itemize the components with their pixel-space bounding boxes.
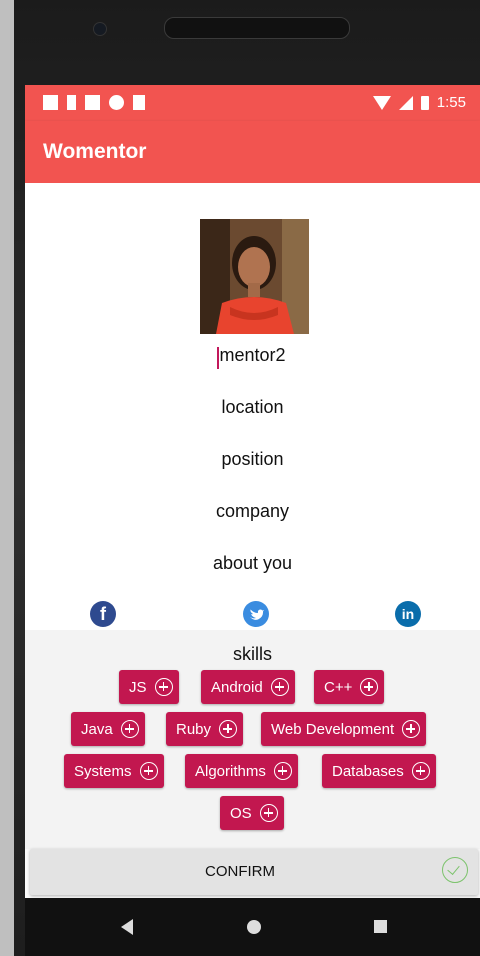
position-field[interactable]: position	[25, 449, 480, 470]
skill-chip-android[interactable]: Android	[201, 670, 295, 704]
skill-chip-databases[interactable]: Databases	[322, 754, 436, 788]
skill-chip-ruby[interactable]: Ruby	[166, 712, 244, 746]
skill-label: Android	[211, 678, 263, 696]
skill-label: Ruby	[176, 720, 212, 738]
add-skill-icon[interactable]	[139, 762, 158, 780]
skill-label: JS	[129, 678, 147, 696]
add-skill-icon[interactable]	[273, 762, 292, 780]
skill-label: Databases	[332, 762, 404, 780]
skill-label: OS	[230, 804, 252, 822]
check-circle-icon	[442, 857, 468, 883]
device-edge	[0, 0, 14, 956]
facebook-icon[interactable]: f	[90, 601, 116, 627]
skill-chip-web-development[interactable]: Web Development	[261, 712, 427, 746]
about-field[interactable]: about you	[25, 553, 480, 574]
add-skill-icon[interactable]	[259, 804, 278, 822]
drive-icon	[85, 95, 100, 110]
profile-photo-image	[200, 219, 309, 334]
skill-label: C++	[324, 678, 353, 696]
status-right: 1:55	[372, 94, 466, 111]
skill-chip-algorithms[interactable]: Algorithms	[185, 754, 298, 788]
linkedin-icon[interactable]: in	[395, 601, 421, 627]
skill-label: Algorithms	[195, 762, 266, 780]
figure-icon	[67, 95, 76, 110]
name-field[interactable]: mentor2	[25, 345, 480, 366]
skill-chip-js[interactable]: JS	[119, 670, 179, 704]
status-time: 1:55	[436, 94, 466, 111]
add-skill-icon[interactable]	[402, 720, 421, 738]
system-nav-bar	[25, 898, 480, 956]
app-bar: Womentor	[25, 121, 480, 183]
add-skill-icon[interactable]	[411, 762, 430, 780]
profile-content: mentor2 location position company about …	[25, 183, 480, 630]
skill-chip-systems[interactable]: Systems	[64, 754, 164, 788]
status-bar: 1:55	[25, 85, 480, 121]
wifi-icon	[372, 95, 391, 110]
battery-icon	[420, 95, 429, 110]
signal-icon	[398, 95, 413, 110]
skill-label: Java	[81, 720, 113, 738]
gmail-icon	[43, 95, 58, 110]
twitter-icon[interactable]	[243, 601, 269, 627]
add-skill-icon[interactable]	[120, 720, 139, 738]
add-skill-icon[interactable]	[360, 678, 379, 696]
skill-chip-cpp[interactable]: C++	[314, 670, 385, 704]
app-title: Womentor	[43, 140, 147, 163]
skills-section: skills JS Android C++ Java Ruby Web Deve…	[25, 630, 480, 849]
add-skill-icon[interactable]	[219, 720, 238, 738]
confirm-button[interactable]: CONFIRM	[30, 849, 478, 895]
skill-label: Web Development	[271, 720, 395, 738]
company-field[interactable]: company	[25, 501, 480, 522]
record-icon	[109, 95, 124, 110]
recent-apps-icon[interactable]	[374, 920, 387, 933]
skill-chip-java[interactable]: Java	[71, 712, 145, 746]
twitter-bird-icon	[250, 609, 264, 620]
profile-photo[interactable]	[200, 219, 309, 334]
earpiece-speaker	[164, 17, 350, 39]
skills-title: skills	[233, 644, 272, 664]
home-icon[interactable]	[247, 920, 261, 934]
location-field[interactable]: location	[25, 397, 480, 418]
back-icon[interactable]	[121, 919, 133, 935]
skill-chip-os[interactable]: OS	[220, 796, 284, 830]
front-camera	[93, 22, 107, 36]
add-skill-icon[interactable]	[154, 678, 173, 696]
phone-screen: 1:55 Womentor mentor2 location position …	[25, 85, 480, 956]
skill-label: Systems	[74, 762, 132, 780]
notification-icons	[43, 95, 145, 110]
confirm-label: CONFIRM	[205, 863, 275, 880]
sd-card-icon	[133, 95, 145, 110]
add-skill-icon[interactable]	[270, 678, 289, 696]
